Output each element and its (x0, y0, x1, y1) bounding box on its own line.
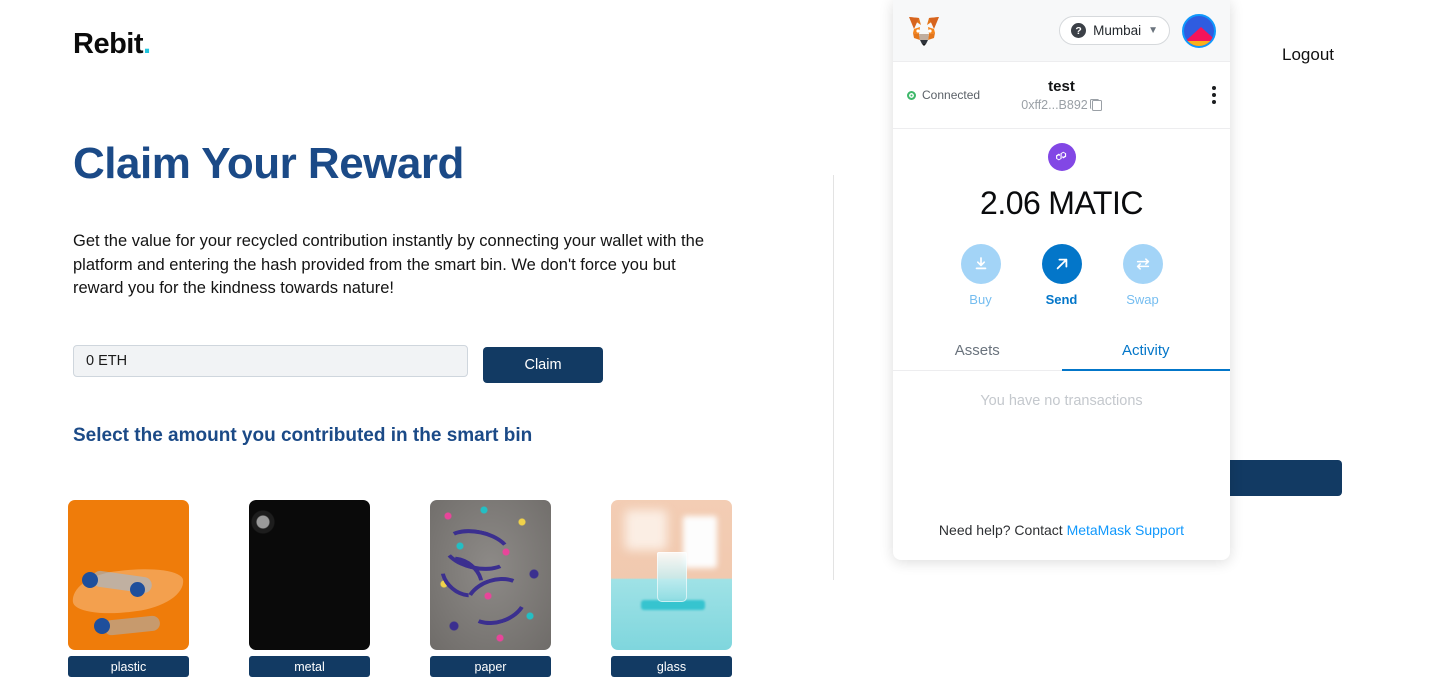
metamask-topbar: ? Mumbai ▼ (893, 0, 1230, 62)
download-glyph-icon (975, 257, 986, 270)
category-label: glass (611, 656, 732, 677)
page-title: Claim Your Reward (73, 139, 464, 188)
claim-button[interactable]: Claim (483, 346, 603, 383)
polygon-matic-icon (1047, 143, 1076, 171)
glass-tumbler-image (611, 500, 732, 650)
section-title: Select the amount you contributed in the… (73, 424, 533, 446)
send-label: Send (1045, 292, 1078, 307)
balance-amount: 2.06 (980, 185, 1041, 221)
metamask-topbar-right: ? Mumbai ▼ (1059, 13, 1216, 48)
support-footer: Need help? Contact MetaMask Support (893, 522, 1230, 560)
claim-section: Claim Your Reward Get the value for your… (73, 139, 773, 447)
swap-arrows-icon (1122, 244, 1163, 284)
confetti-streamers-image (430, 500, 551, 650)
transactions-empty-state: You have no transactions (980, 393, 1143, 409)
connection-status: Connected (907, 88, 980, 102)
account-avatar[interactable] (1182, 13, 1216, 48)
category-card-list: plastic metal paper glass (68, 500, 732, 677)
metal-tubes-image (249, 500, 370, 650)
wallet-actions: Buy Send Swap (893, 244, 1230, 307)
wallet-tabs: Assets Activity (893, 329, 1230, 371)
tab-assets[interactable]: Assets (893, 329, 1062, 370)
app-root: Rebit. Logout Claim Your Reward Get the … (0, 0, 1440, 688)
swap-action[interactable]: Swap (1115, 244, 1171, 307)
support-footer-text: Need help? Contact (938, 522, 1067, 538)
kebab-menu-icon[interactable] (1212, 86, 1216, 104)
copy-icon[interactable] (1089, 98, 1102, 111)
connection-status-label: Connected (922, 88, 981, 102)
category-label: metal (249, 656, 370, 677)
claim-form: Claim (73, 344, 773, 383)
metamask-popup: ? Mumbai ▼ Connected test 0xff2...B892 2… (893, 0, 1230, 560)
brand-dot: . (143, 28, 151, 60)
plastic-bottles-image (68, 500, 189, 650)
category-label: plastic (68, 656, 189, 677)
buy-label: Buy (969, 292, 992, 307)
category-card-plastic[interactable]: plastic (68, 500, 189, 677)
category-card-glass[interactable]: glass (611, 500, 732, 677)
logout-button[interactable]: Logout (1282, 45, 1334, 65)
network-selector[interactable]: ? Mumbai ▼ (1059, 16, 1170, 45)
buy-action[interactable]: Buy (953, 244, 1009, 307)
metamask-fox-icon (909, 16, 939, 46)
send-glyph-icon (1056, 258, 1067, 270)
download-arrow-icon (960, 244, 1001, 284)
diagonal-arrow-icon (1041, 244, 1082, 284)
connect-wallet-button[interactable] (1222, 460, 1342, 496)
swap-label: Swap (1126, 292, 1159, 307)
network-name: Mumbai (1093, 23, 1142, 38)
swap-glyph-icon (1136, 258, 1149, 270)
send-action[interactable]: Send (1034, 244, 1090, 307)
balance-symbol: MATIC (1048, 185, 1143, 221)
category-card-paper[interactable]: paper (430, 500, 551, 677)
question-mark-icon: ? (1071, 23, 1087, 38)
tab-activity[interactable]: Activity (1061, 329, 1231, 371)
page-description: Get the value for your recycled contribu… (73, 232, 704, 298)
balance-section: 2.06 MATIC (893, 129, 1230, 222)
category-card-metal[interactable]: metal (249, 500, 370, 677)
account-address: 0xff2...B892 (1021, 98, 1088, 112)
metamask-support-link[interactable]: MetaMask Support (1067, 522, 1185, 538)
connected-dot-icon (907, 90, 916, 100)
balance-amount-row: 2.06 MATIC (893, 185, 1230, 222)
category-label: paper (430, 656, 551, 677)
brand-name: Rebit (73, 28, 144, 60)
account-header: Connected test 0xff2...B892 (893, 62, 1230, 129)
chevron-down-icon: ▼ (1148, 25, 1158, 36)
brand-logo[interactable]: Rebit. (73, 30, 151, 59)
amount-input[interactable] (73, 344, 468, 377)
matic-glyph-icon (1055, 151, 1066, 161)
vertical-divider (833, 175, 834, 580)
